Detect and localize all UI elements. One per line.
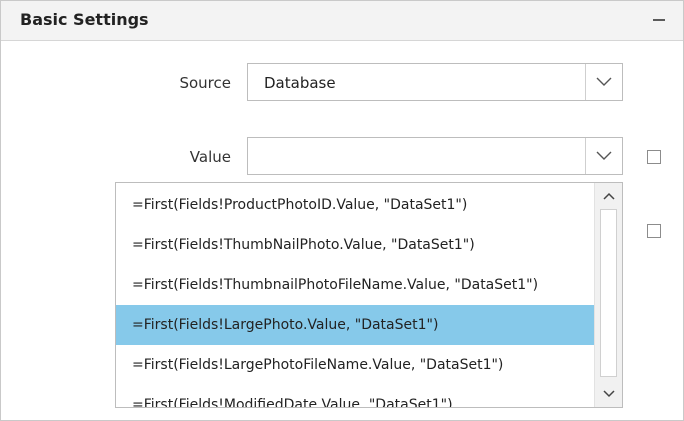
- collapse-button[interactable]: [651, 12, 667, 28]
- dropdown-scrollbar[interactable]: [594, 183, 622, 407]
- panel-header[interactable]: Basic Settings: [1, 1, 683, 41]
- dropdown-options: =First(Fields!ProductPhotoID.Value, "Dat…: [116, 183, 594, 407]
- scroll-up-button[interactable]: [595, 185, 622, 207]
- chevron-down-icon: [596, 77, 612, 86]
- dropdown-option[interactable]: =First(Fields!ProductPhotoID.Value, "Dat…: [116, 185, 594, 225]
- source-dropdown-button[interactable]: [585, 64, 622, 100]
- value-dropdown-list: =First(Fields!ProductPhotoID.Value, "Dat…: [115, 182, 623, 408]
- panel-title: Basic Settings: [20, 10, 149, 29]
- value-dropdown-button[interactable]: [585, 138, 622, 174]
- basic-settings-panel: Basic Settings Source Database Value =Fi: [0, 0, 684, 421]
- secondary-checkbox[interactable]: [647, 224, 661, 238]
- dropdown-option[interactable]: =First(Fields!ThumbnailPhotoFileName.Val…: [116, 265, 594, 305]
- dropdown-option[interactable]: =First(Fields!ThumbNailPhoto.Value, "Dat…: [116, 225, 594, 265]
- source-combobox[interactable]: Database: [247, 63, 623, 101]
- source-value: Database: [264, 74, 336, 92]
- dropdown-option[interactable]: =First(Fields!LargePhotoFileName.Value, …: [116, 345, 594, 385]
- scroll-down-button[interactable]: [595, 383, 622, 405]
- minus-icon: [653, 19, 665, 21]
- chevron-down-icon: [596, 151, 612, 160]
- dropdown-option-selected[interactable]: =First(Fields!LargePhoto.Value, "DataSet…: [116, 305, 594, 345]
- value-checkbox[interactable]: [647, 150, 661, 164]
- source-label: Source: [179, 74, 231, 92]
- dropdown-option[interactable]: =First(Fields!ModifiedDate.Value, "DataS…: [116, 385, 594, 407]
- chevron-down-icon: [603, 390, 615, 398]
- scroll-thumb[interactable]: [600, 209, 617, 377]
- chevron-up-icon: [603, 192, 615, 200]
- value-label: Value: [189, 148, 231, 166]
- value-combobox[interactable]: [247, 137, 623, 175]
